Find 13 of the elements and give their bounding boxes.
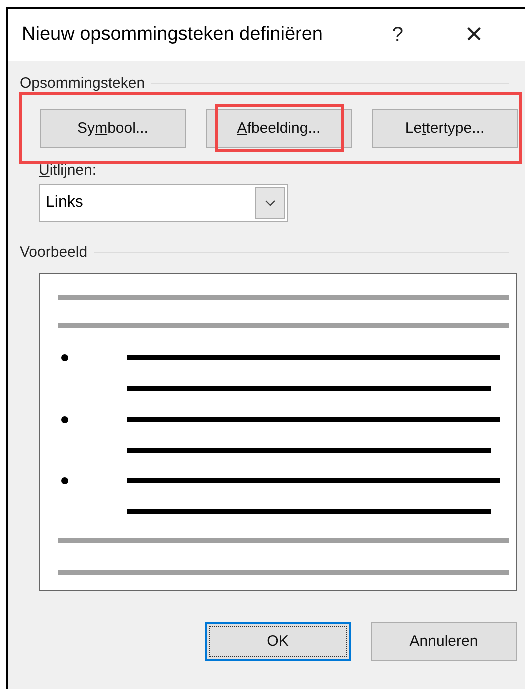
alignment-dropdown[interactable]: Links xyxy=(39,184,288,222)
dialog-button[interactable]: Afbeelding... xyxy=(206,109,352,148)
help-button[interactable]: ? xyxy=(392,24,404,46)
field-label: Uitlijnen: xyxy=(39,162,98,179)
window-title: Nieuw opsommingsteken definiëren xyxy=(22,24,324,46)
chevron-down-icon xyxy=(264,200,276,206)
section-title: Opsommingsteken xyxy=(20,75,146,92)
section-title: Voorbeeld xyxy=(20,244,88,261)
cancel-button[interactable]: Annuleren xyxy=(371,622,517,661)
dialog-button[interactable]: Lettertype... xyxy=(372,109,518,148)
close-button[interactable]: × xyxy=(465,20,483,50)
dialog-button[interactable]: Symbool... xyxy=(40,109,186,148)
ok-button[interactable]: OK xyxy=(205,622,351,661)
